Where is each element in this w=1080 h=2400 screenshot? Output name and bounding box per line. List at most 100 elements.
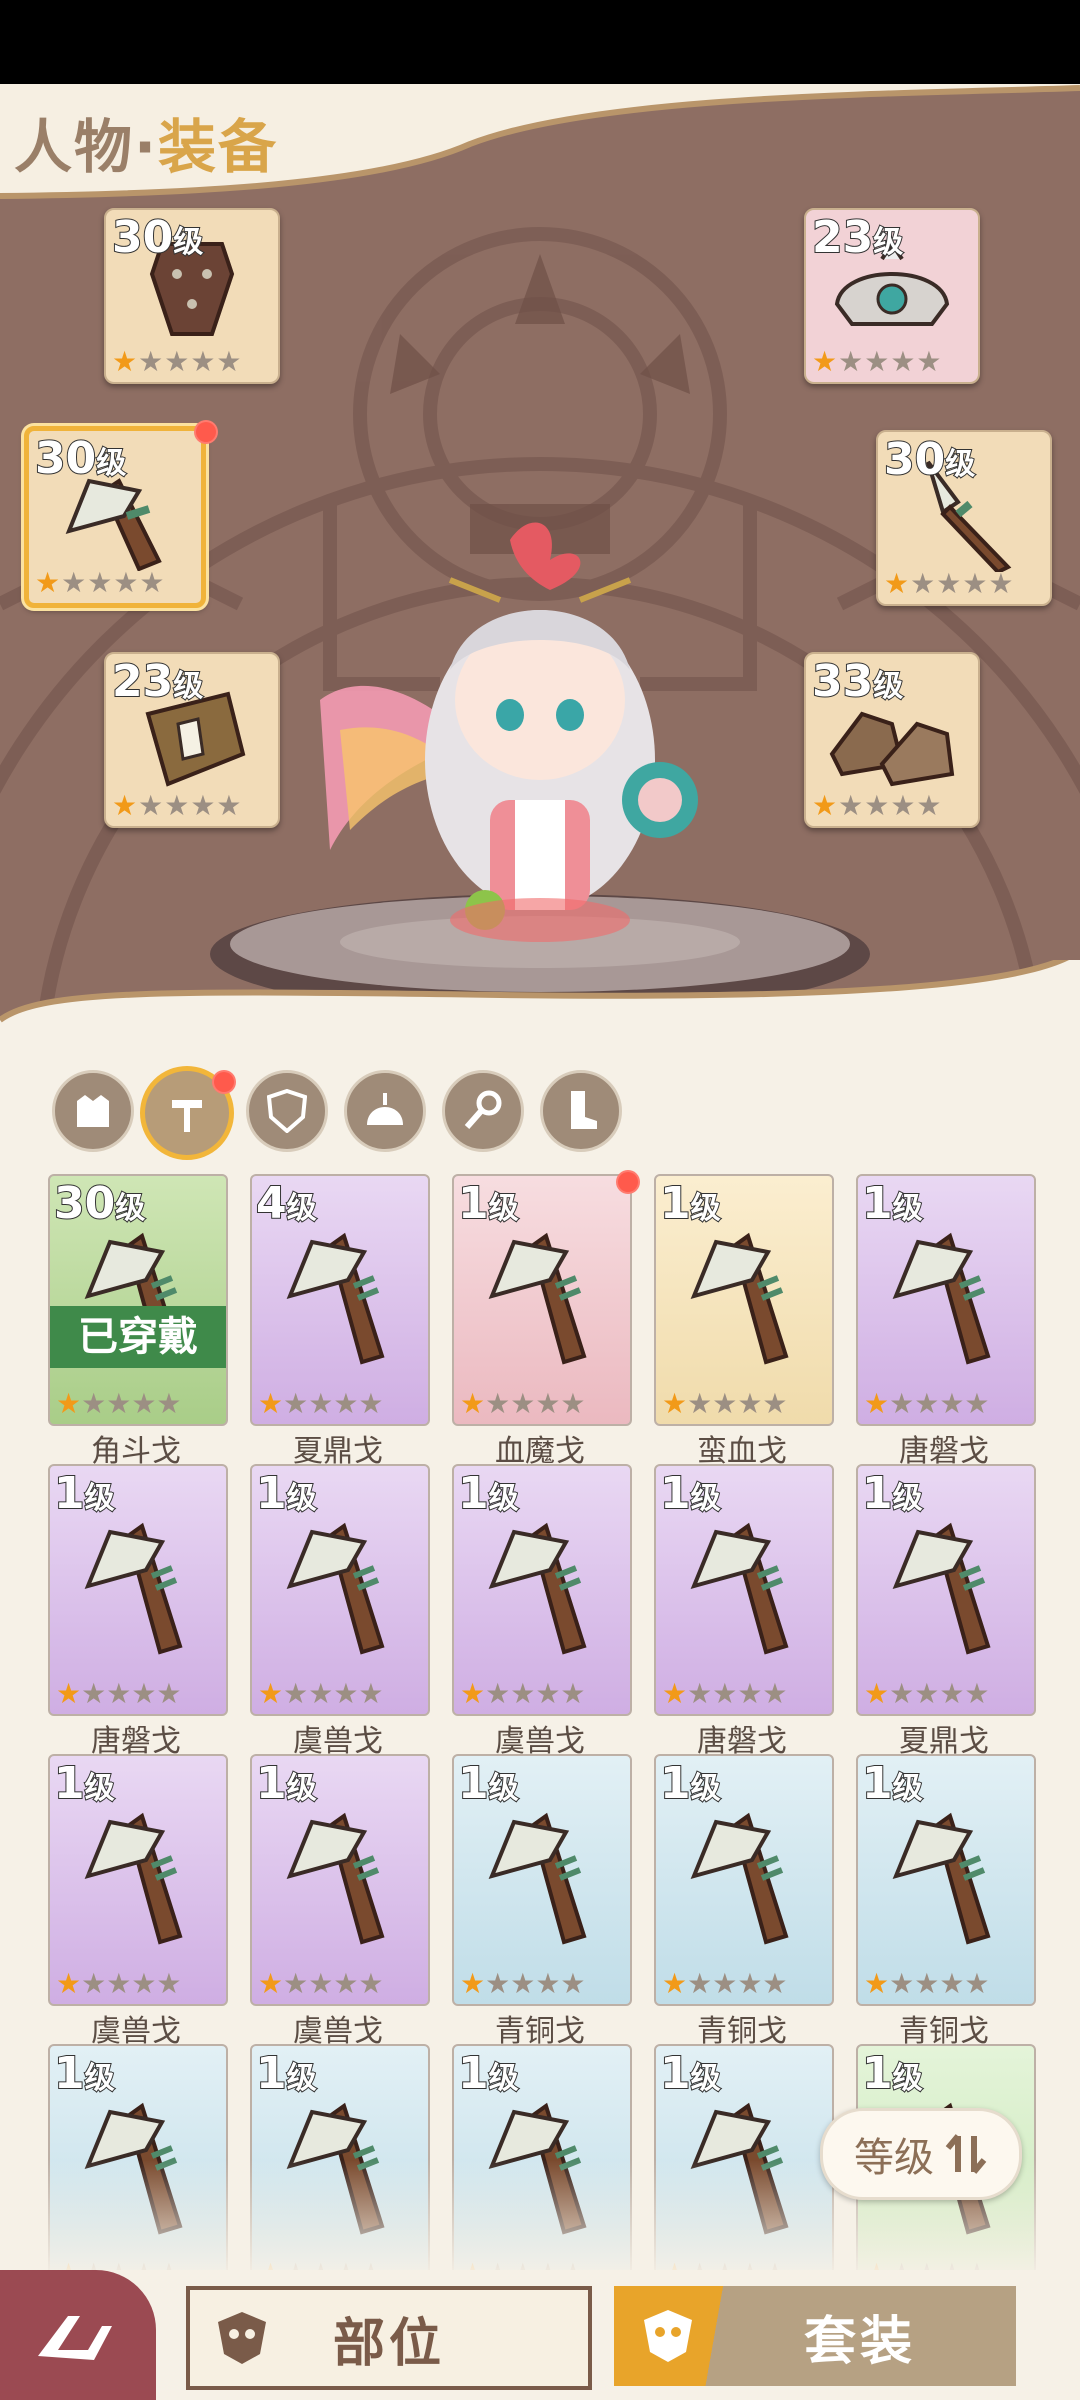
accessory-icon xyxy=(464,1090,502,1129)
slot-level: 30级 xyxy=(883,433,976,486)
character-portrait xyxy=(320,522,698,942)
item-stars: ★★★★★ xyxy=(460,1967,586,2000)
slot-stars: ★★★★★ xyxy=(812,789,943,822)
back-button[interactable] xyxy=(0,2270,156,2400)
stone-axe-icon xyxy=(84,1812,183,1945)
item-stars: ★★★★★ xyxy=(864,1677,990,1710)
sort-label: 等级 xyxy=(854,2135,934,2181)
boots-icon xyxy=(571,1091,597,1129)
inventory-item[interactable]: 1级 ★★★★★ xyxy=(48,1464,228,1716)
slot-stars: ★★★★★ xyxy=(112,345,243,378)
stone-axe-icon xyxy=(488,1232,587,1365)
slot-stars: ★★★★★ xyxy=(35,566,166,599)
item-level: 1级 xyxy=(53,2047,116,2100)
inventory-item[interactable]: 1级 ★★★★★ xyxy=(452,1464,632,1716)
sort-by-level-button[interactable]: 等级 xyxy=(820,2108,1022,2200)
item-level: 1级 xyxy=(659,1757,722,1810)
page-title: 人物·装备 xyxy=(14,113,279,181)
by-part-label: 部位 xyxy=(332,2313,445,2374)
item-level: 4级 xyxy=(255,1177,318,1230)
inventory-item[interactable]: 1级 ★★★★★ xyxy=(654,1174,834,1426)
item-stars: ★★★★★ xyxy=(662,1387,788,1420)
inventory-item[interactable]: 1级 ★★★★★ xyxy=(48,1754,228,2006)
notification-dot xyxy=(212,1070,236,1094)
notification-dot xyxy=(194,420,218,444)
inventory-item[interactable]: 1级 ★★★★★ xyxy=(856,1754,1036,2006)
stone-axe-icon xyxy=(892,1812,991,1945)
item-level: 1级 xyxy=(457,1467,520,1520)
stone-axe-icon xyxy=(690,1232,789,1365)
inventory-item[interactable]: 1级 ★★★★★ xyxy=(250,1464,430,1716)
item-stars: ★★★★★ xyxy=(258,1387,384,1420)
slot-stars: ★★★★★ xyxy=(812,345,943,378)
inventory-item[interactable]: 1级 ★★★★★ xyxy=(452,1754,632,2006)
slot-level: 23级 xyxy=(111,655,204,708)
stone-axe-icon xyxy=(488,1812,587,1945)
inventory-item[interactable]: 30级已穿戴 ★★★★★ xyxy=(48,1174,228,1426)
mask-icon xyxy=(218,2312,266,2364)
stone-axe-icon xyxy=(286,1232,385,1365)
item-level: 1级 xyxy=(861,1467,924,1520)
item-level: 1级 xyxy=(861,1177,924,1230)
item-level: 1级 xyxy=(255,1467,318,1520)
notification-dot xyxy=(616,1170,640,1194)
item-stars: ★★★★★ xyxy=(864,1387,990,1420)
tab-helmet[interactable] xyxy=(344,1070,426,1152)
inventory-item[interactable]: 1级 ★★★★★ xyxy=(250,1754,430,2006)
inventory-item[interactable]: 1级 ★★★★★ xyxy=(856,1174,1036,1426)
item-level: 1级 xyxy=(861,1757,924,1810)
weapon-icon xyxy=(172,1100,202,1132)
stone-axe-icon xyxy=(892,1232,991,1365)
tab-armor[interactable] xyxy=(52,1070,134,1152)
by-part-button[interactable]: 部位 xyxy=(186,2286,592,2390)
item-stars: ★★★★★ xyxy=(460,1387,586,1420)
equipped-slot-boots[interactable]: 33级 ★★★★★ xyxy=(804,652,980,828)
item-level: 1级 xyxy=(659,1177,722,1230)
item-level: 30级 xyxy=(53,1177,146,1230)
item-level: 1级 xyxy=(457,1177,520,1230)
slot-stars: ★★★★★ xyxy=(112,789,243,822)
sort-toggle-icon xyxy=(945,2134,987,2174)
stone-axe-icon xyxy=(286,1522,385,1655)
slot-level: 23级 xyxy=(811,211,904,264)
equipped-badge: 已穿戴 xyxy=(50,1306,226,1368)
item-level: 1级 xyxy=(457,1757,520,1810)
item-level: 1级 xyxy=(53,1467,116,1520)
item-level: 1级 xyxy=(255,2047,318,2100)
armor-icon xyxy=(77,1095,109,1127)
stone-axe-icon xyxy=(488,1522,587,1655)
inventory-item[interactable]: 1级 ★★★★★ xyxy=(452,1174,632,1426)
equipped-slot-shield[interactable]: 23级 ★★★★★ xyxy=(104,652,280,828)
item-stars: ★★★★★ xyxy=(460,1677,586,1710)
equipped-slot-armor[interactable]: 30级 ★★★★★ xyxy=(104,208,280,384)
back-arrow-icon xyxy=(38,2316,112,2360)
item-stars: ★★★★★ xyxy=(258,1677,384,1710)
tab-accessory[interactable] xyxy=(442,1070,524,1152)
stone-axe-icon xyxy=(892,1522,991,1655)
slot-level: 30级 xyxy=(111,211,204,264)
item-level: 1级 xyxy=(53,1757,116,1810)
item-level: 1级 xyxy=(457,2047,520,2100)
by-set-button[interactable]: 套装 xyxy=(614,2286,1016,2386)
stone-axe-icon xyxy=(690,1812,789,1945)
equipped-slot-helmet[interactable]: 23级 ★★★★★ xyxy=(804,208,980,384)
item-stars: ★★★★★ xyxy=(864,1967,990,2000)
stone-axe-icon xyxy=(84,1522,183,1655)
inventory-item[interactable]: 4级 ★★★★★ xyxy=(250,1174,430,1426)
tab-shield[interactable] xyxy=(246,1070,328,1152)
by-set-label: 套装 xyxy=(803,2311,916,2372)
item-stars: ★★★★★ xyxy=(56,1387,182,1420)
item-level: 1级 xyxy=(659,2047,722,2100)
stone-axe-icon xyxy=(286,1812,385,1945)
slot-level: 30级 xyxy=(34,432,127,485)
item-level: 1级 xyxy=(255,1757,318,1810)
inventory-item[interactable]: 1级 ★★★★★ xyxy=(654,1754,834,2006)
equipped-slot-spear[interactable]: 30级 ★★★★★ xyxy=(876,430,1052,606)
equipped-slot-weapon[interactable]: 30级 ★★★★★ xyxy=(24,426,206,608)
inventory-item[interactable]: 1级 ★★★★★ xyxy=(856,1464,1036,1716)
item-stars: ★★★★★ xyxy=(258,1967,384,2000)
inventory-item[interactable]: 1级 ★★★★★ xyxy=(654,1464,834,1716)
item-stars: ★★★★★ xyxy=(56,1677,182,1710)
mask-icon xyxy=(644,2310,692,2362)
tab-boots[interactable] xyxy=(540,1070,622,1152)
